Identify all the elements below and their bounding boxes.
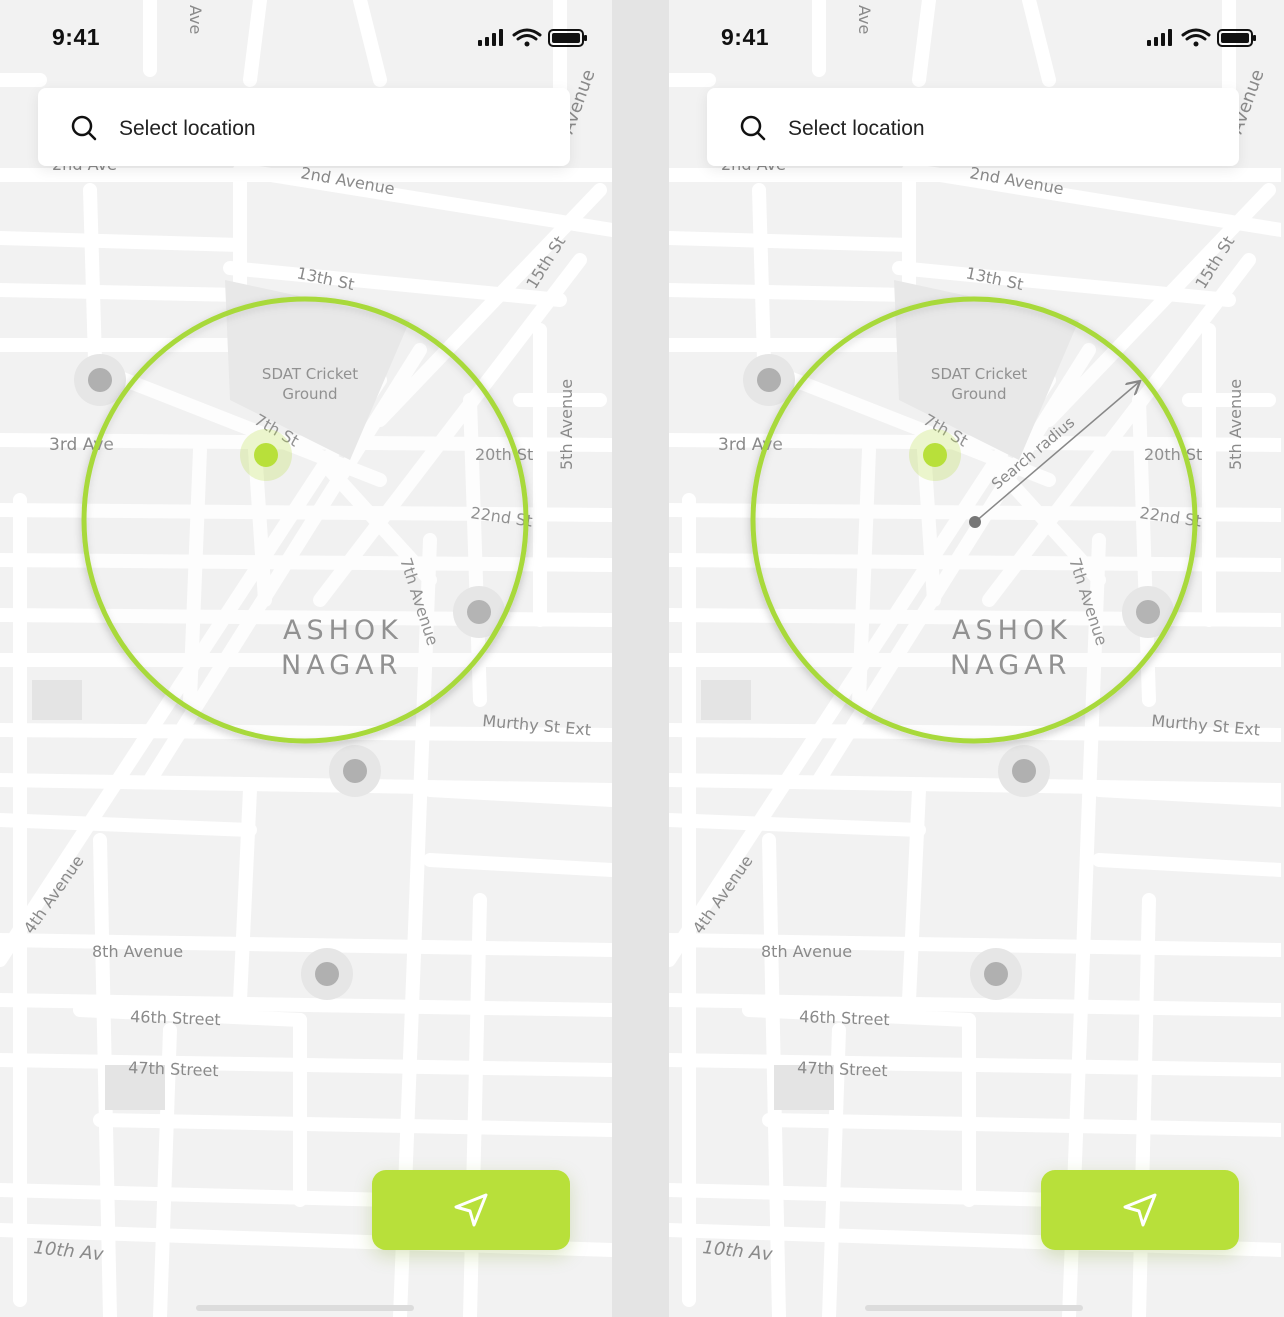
- navigation-arrow-icon: [1123, 1193, 1157, 1227]
- search-radius-ring[interactable]: [81, 296, 529, 744]
- street-label: 47th Street: [128, 1058, 219, 1080]
- search-placeholder: Select location: [119, 117, 256, 140]
- home-indicator: [196, 1305, 414, 1311]
- street-label: 8th Avenue: [761, 942, 852, 961]
- navigate-button[interactable]: [372, 1170, 570, 1250]
- map[interactable]: 2nd Ave 2nd Avenue 13th St 15th St 5th A…: [0, 0, 612, 1317]
- current-location-pin: [240, 429, 292, 481]
- battery-icon: [1217, 29, 1256, 47]
- street-label: 46th Street: [130, 1007, 221, 1029]
- current-location-pin: [909, 429, 961, 481]
- street-label: 5th Avenue: [1226, 379, 1245, 470]
- search-bar[interactable]: Select location: [38, 88, 570, 166]
- signal-icon: [1147, 29, 1172, 46]
- status-bar: 9:41: [669, 0, 1284, 70]
- screen-divider: [612, 0, 669, 1317]
- search-icon: [740, 115, 766, 141]
- navigate-button[interactable]: [1041, 1170, 1239, 1250]
- status-bar: 9:41: [0, 0, 612, 70]
- screen-search-radius: 2nd Ave 2nd Avenue 13th St 15th St 5th A…: [669, 0, 1284, 1317]
- search-bar[interactable]: Select location: [707, 88, 1239, 166]
- map[interactable]: 2nd Ave 2nd Avenue 13th St 15th St 5th A…: [669, 0, 1281, 1317]
- street-label: 47th Street: [797, 1058, 888, 1080]
- search-icon: [71, 115, 97, 141]
- street-label: 46th Street: [799, 1007, 890, 1029]
- home-indicator: [865, 1305, 1083, 1311]
- wifi-icon: [1181, 28, 1211, 47]
- circle-center-dot: [969, 516, 981, 528]
- wifi-icon: [512, 28, 542, 47]
- status-icons: [478, 28, 587, 47]
- navigation-arrow-icon: [454, 1193, 488, 1227]
- signal-icon: [478, 29, 503, 46]
- screen-search-area: 2nd Ave 2nd Avenue 13th St 15th St 5th A…: [0, 0, 612, 1317]
- battery-icon: [548, 29, 587, 47]
- street-label: 8th Avenue: [92, 942, 183, 961]
- status-time: 9:41: [721, 24, 770, 50]
- status-time: 9:41: [52, 24, 101, 50]
- street-label: 5th Avenue: [557, 379, 576, 470]
- status-icons: [1147, 28, 1256, 47]
- search-placeholder: Select location: [788, 117, 925, 140]
